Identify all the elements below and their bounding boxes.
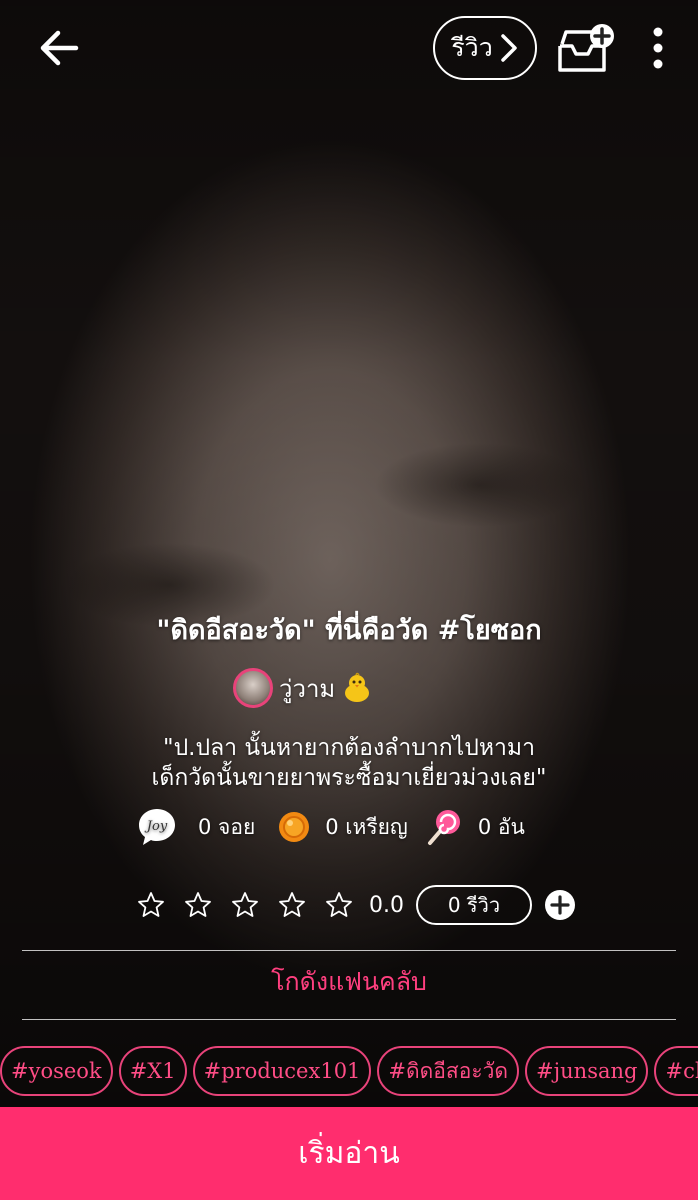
tag-chip[interactable]: #X1 xyxy=(118,1046,187,1096)
more-options-button[interactable] xyxy=(644,26,672,72)
joy-stat: Joy 0 จอย xyxy=(136,806,255,848)
tag-chip[interactable]: #chohan xyxy=(654,1046,698,1096)
tag-chip[interactable]: #yoseok xyxy=(0,1046,113,1096)
add-to-library-button[interactable] xyxy=(552,22,618,78)
star-icon[interactable] xyxy=(230,890,260,920)
reviews-count-button[interactable]: 0 รีวิว xyxy=(416,885,532,925)
tag-chip[interactable]: #ดิดอีสอะวัด xyxy=(377,1046,520,1096)
description-line: "ป.ปลา นั้นหายากต้องลำบากไปหามา xyxy=(163,735,535,761)
star-icon[interactable] xyxy=(324,890,354,920)
author-link[interactable]: วู่วาม xyxy=(233,664,373,712)
cover-overlay xyxy=(0,0,698,1200)
tag-chip[interactable]: #producex101 xyxy=(192,1046,372,1096)
candy-stat: 0 อัน xyxy=(424,807,525,847)
story-description: "ป.ปลา นั้นหายากต้องลำบากไปหามา เด็กวัดน… xyxy=(0,733,698,793)
candy-count: 0 อัน xyxy=(477,814,525,839)
coin-stat: 0 เหรียญ xyxy=(277,810,408,844)
rating-row: 0.0 0 รีวิว xyxy=(136,884,576,926)
review-button[interactable]: รีวิว xyxy=(433,16,537,80)
more-vertical-icon xyxy=(653,27,663,69)
tag-chip[interactable]: #junsang xyxy=(525,1046,649,1096)
add-to-library-icon xyxy=(558,24,614,72)
fanclub-link[interactable]: โกดังแฟนคลับ xyxy=(0,962,698,1002)
tag-list: #yoseok #X1 #producex101 #ดิดอีสอะวัด #junsa… xyxy=(0,1046,698,1098)
story-title: "ดิดอีสอะวัด" ที่นี่คือวัด #โยซอก xyxy=(156,615,542,646)
author-avatar xyxy=(233,668,273,708)
coin-icon xyxy=(279,812,310,842)
svg-text:Joy: Joy xyxy=(144,819,168,834)
star-icon[interactable] xyxy=(183,890,213,920)
coin-count: 0 เหรียญ xyxy=(325,814,408,839)
chevron-right-icon xyxy=(501,34,517,62)
description-line: เด็กวัดนั้นขายยาพระซื้อมาเยี่ยวม่วงเลย" xyxy=(151,765,547,791)
chick-icon xyxy=(345,672,370,702)
divider xyxy=(22,1019,676,1020)
plus-circle-icon[interactable] xyxy=(544,889,576,921)
joy-icon: Joy xyxy=(139,809,175,845)
divider xyxy=(22,950,676,951)
lollipop-icon xyxy=(427,810,460,845)
rating-value: 0.0 xyxy=(369,892,404,918)
author-name: วู่วาม xyxy=(279,674,336,703)
start-reading-button[interactable]: เริ่มอ่าน xyxy=(0,1107,698,1200)
star-icon[interactable] xyxy=(136,890,166,920)
joy-count: 0 จอย xyxy=(198,814,256,839)
story-stats: Joy 0 จอย 0 เหรียญ 0 อัน xyxy=(136,806,525,848)
star-icon[interactable] xyxy=(277,890,307,920)
arrow-left-icon xyxy=(40,30,79,66)
back-button[interactable] xyxy=(36,26,84,70)
review-button-label: รีวิว xyxy=(451,33,493,62)
